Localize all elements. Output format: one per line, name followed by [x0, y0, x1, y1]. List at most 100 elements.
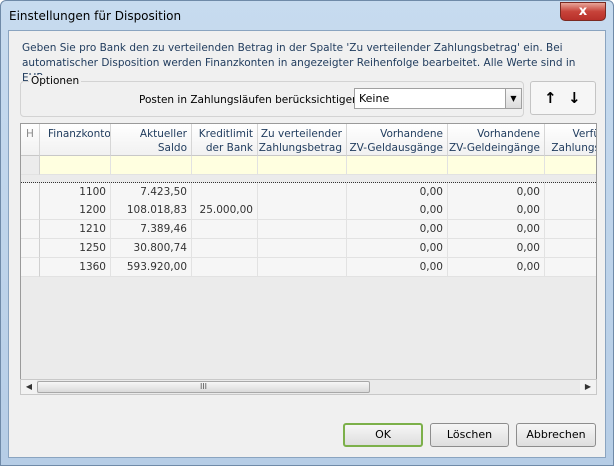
cell-ausgaenge[interactable]: 0,00	[347, 183, 448, 202]
column-header[interactable]: Aktueller Saldo	[111, 124, 192, 156]
column-header-label: Zahlungsbetrag	[258, 142, 342, 154]
column-header-label: ZV-Geldausgänge	[349, 142, 443, 154]
window-title: Einstellungen für Disposition	[9, 9, 182, 23]
new-row[interactable]	[21, 156, 596, 175]
accounts-grid: H Finanzkonto Aktueller Saldo Kreditlimit der…	[20, 123, 597, 395]
cell-betrag[interactable]	[258, 239, 347, 258]
table-row[interactable]: 1360 593.920,00 0,00 0,00	[21, 258, 596, 277]
cell-eingaenge[interactable]: 0,00	[448, 220, 545, 239]
cell-konto[interactable]: 1250	[40, 239, 111, 258]
cell-ausgaenge[interactable]: 0,00	[347, 239, 448, 258]
cell-saldo[interactable]: 30.800,74	[111, 239, 192, 258]
row-selector[interactable]	[21, 258, 40, 277]
posten-select[interactable]: Keine ▼	[354, 88, 522, 109]
cell-kredit[interactable]: 25.000,00	[192, 201, 258, 220]
column-header-label: Aktueller	[139, 128, 187, 140]
cell-verfuegbar[interactable]	[545, 239, 596, 258]
column-header-label: Zu verteilender	[260, 128, 342, 140]
column-header-label: Saldo	[157, 142, 187, 154]
new-row-cell[interactable]	[545, 156, 596, 175]
intro-text: Geben Sie pro Bank den zu verteilenden B…	[22, 42, 576, 84]
cell-konto[interactable]: 1200	[40, 201, 111, 220]
new-row-cell[interactable]	[347, 156, 448, 175]
row-selector[interactable]	[21, 201, 40, 220]
column-header[interactable]: Vorhandene ZV-Geldeingänge	[448, 124, 545, 156]
arrow-up-icon[interactable]: ↑	[544, 89, 557, 107]
cell-kredit[interactable]	[192, 239, 258, 258]
options-legend: Optionen	[29, 75, 82, 87]
cell-verfuegbar[interactable]	[545, 183, 596, 202]
cell-betrag[interactable]	[258, 258, 347, 277]
close-button[interactable]: x	[560, 2, 606, 21]
cell-betrag[interactable]	[258, 183, 347, 202]
cell-betrag[interactable]	[258, 201, 347, 220]
scroll-thumb[interactable]: III	[37, 381, 370, 393]
cell-verfuegbar[interactable]	[545, 258, 596, 277]
row-selector[interactable]	[21, 239, 40, 258]
table-row[interactable]: 1100 7.423,50 0,00 0,00	[21, 182, 596, 202]
reorder-buttons: ↑ ↓	[530, 81, 596, 115]
column-header[interactable]: Verfü Zahlungs	[545, 124, 597, 156]
dialog-window: Einstellungen für Disposition x Geben Si…	[0, 0, 614, 466]
new-row-cell[interactable]	[258, 156, 347, 175]
scroll-right-icon[interactable]: ▶	[580, 380, 596, 394]
cell-verfuegbar[interactable]	[545, 220, 596, 239]
cell-eingaenge[interactable]: 0,00	[448, 183, 545, 202]
new-row-cell[interactable]	[40, 156, 111, 175]
posten-label: Posten in Zahlungsläufen berücksichtigen…	[139, 94, 363, 106]
chevron-down-icon[interactable]: ▼	[505, 89, 521, 108]
column-header-label: Vorhandene	[380, 128, 443, 140]
cell-saldo[interactable]: 108.018,83	[111, 201, 192, 220]
row-selector[interactable]	[21, 156, 40, 175]
column-header[interactable]: Vorhandene ZV-Geldausgänge	[347, 124, 448, 156]
scroll-left-icon[interactable]: ◀	[21, 380, 37, 394]
column-header-label: H	[26, 128, 34, 140]
cell-konto[interactable]: 1360	[40, 258, 111, 277]
new-row-cell[interactable]	[111, 156, 192, 175]
column-header[interactable]: Kreditlimit der Bank	[192, 124, 258, 156]
cell-saldo[interactable]: 593.920,00	[111, 258, 192, 277]
column-header-label: ZV-Geldeingänge	[448, 142, 540, 154]
cell-betrag[interactable]	[258, 220, 347, 239]
options-group: Optionen Posten in Zahlungsläufen berück…	[20, 75, 524, 117]
cell-kredit[interactable]	[192, 220, 258, 239]
table-row[interactable]: 1250 30.800,74 0,00 0,00	[21, 239, 596, 258]
cell-konto[interactable]: 1210	[40, 220, 111, 239]
cell-ausgaenge[interactable]: 0,00	[347, 220, 448, 239]
cell-eingaenge[interactable]: 0,00	[448, 258, 545, 277]
table-row[interactable]: 1200 108.018,83 25.000,00 0,00 0,00	[21, 201, 596, 220]
column-header-label: Zahlungs	[551, 142, 597, 154]
column-header[interactable]: Finanzkonto	[40, 124, 111, 156]
table-row[interactable]: 1210 7.389,46 0,00 0,00	[21, 220, 596, 239]
column-header-label: Vorhandene	[477, 128, 540, 140]
dialog-body: Geben Sie pro Bank den zu verteilenden B…	[8, 30, 606, 458]
delete-button[interactable]: Löschen	[430, 423, 509, 447]
row-selector[interactable]	[21, 220, 40, 239]
cell-saldo[interactable]: 7.389,46	[111, 220, 192, 239]
column-header-label: der Bank	[205, 142, 253, 154]
cell-eingaenge[interactable]: 0,00	[448, 239, 545, 258]
cell-ausgaenge[interactable]: 0,00	[347, 201, 448, 220]
cell-eingaenge[interactable]: 0,00	[448, 201, 545, 220]
cell-ausgaenge[interactable]: 0,00	[347, 258, 448, 277]
arrow-down-icon[interactable]: ↓	[568, 89, 581, 107]
title-bar: Einstellungen für Disposition x	[1, 1, 613, 31]
cell-verfuegbar[interactable]	[545, 201, 596, 220]
grid-empty-area	[21, 276, 596, 386]
horizontal-scrollbar[interactable]: ◀ III ▶	[20, 379, 597, 395]
cell-kredit[interactable]	[192, 183, 258, 202]
column-header-label: Verfü	[572, 128, 597, 140]
column-header[interactable]: H	[21, 124, 40, 156]
new-row-cell[interactable]	[448, 156, 545, 175]
cancel-button[interactable]: Abbrechen	[516, 423, 596, 447]
new-row-cell[interactable]	[192, 156, 258, 175]
column-header-label: Finanzkonto	[48, 128, 111, 140]
row-selector[interactable]	[21, 183, 40, 202]
posten-select-value: Keine	[359, 92, 390, 105]
ok-button[interactable]: OK	[343, 423, 423, 447]
column-header-label: Kreditlimit	[198, 128, 253, 140]
cell-saldo[interactable]: 7.423,50	[111, 183, 192, 202]
cell-kredit[interactable]	[192, 258, 258, 277]
column-header[interactable]: Zu verteilender Zahlungsbetrag	[258, 124, 347, 156]
cell-konto[interactable]: 1100	[40, 183, 111, 202]
